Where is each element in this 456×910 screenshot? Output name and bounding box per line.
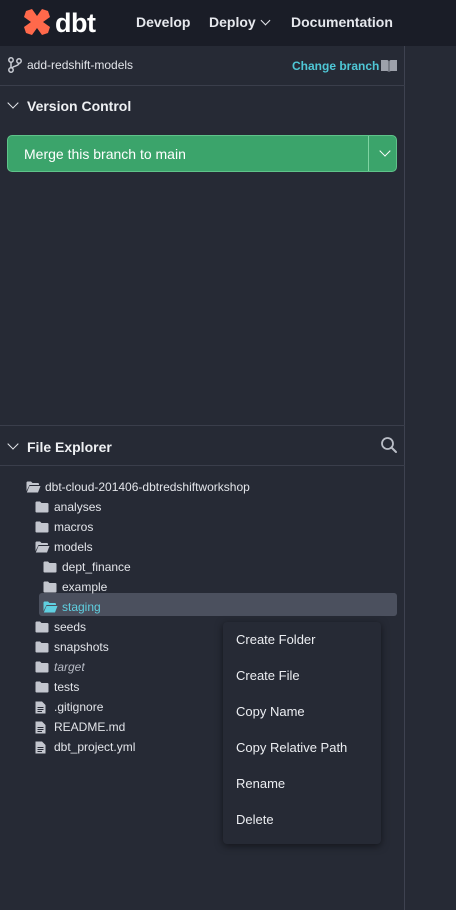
- tree-item-label: README.md: [54, 720, 126, 734]
- menu-item-copy-name[interactable]: Copy Name: [236, 704, 305, 719]
- nav-documentation-label: Documentation: [291, 14, 393, 30]
- nav-deploy[interactable]: Deploy: [209, 14, 271, 30]
- dbt-logo[interactable]: dbt: [22, 7, 102, 39]
- file-icon: [35, 701, 46, 717]
- folder-icon: [35, 661, 49, 676]
- folder-icon: [43, 561, 57, 576]
- tree-item-label: example: [62, 580, 108, 594]
- change-branch-link[interactable]: Change branch: [292, 59, 379, 73]
- version-control-title: Version Control: [27, 98, 132, 114]
- folder-icon: [43, 581, 57, 596]
- chevron-down-icon[interactable]: [379, 145, 391, 157]
- book-icon[interactable]: [380, 59, 398, 73]
- folder-open-icon: [43, 601, 58, 616]
- branch-name: add-redshift-models: [27, 58, 134, 72]
- folder-icon: [35, 681, 49, 696]
- top-navigation-bar: dbt Develop Deploy Documentation: [0, 0, 456, 46]
- button-divider: [368, 136, 369, 171]
- tree-item-label: macros: [54, 520, 94, 534]
- file-icon: [35, 741, 46, 757]
- dbt-logo-icon: [24, 9, 50, 35]
- search-icon[interactable]: [380, 436, 398, 454]
- tree-item-label: dept_finance: [62, 560, 131, 574]
- tree-item-label: dbt_project.yml: [54, 740, 136, 754]
- file-explorer-header[interactable]: File Explorer: [0, 425, 405, 466]
- folder-open-icon: [26, 481, 41, 496]
- folder-icon: [35, 621, 49, 636]
- tree-item-label: analyses: [54, 500, 102, 514]
- tree-item-label: models: [54, 540, 93, 554]
- nav-develop[interactable]: Develop: [136, 14, 190, 30]
- tree-item-label: .gitignore: [54, 700, 104, 714]
- menu-item-delete[interactable]: Delete: [236, 812, 274, 827]
- chevron-down-icon: [260, 15, 271, 26]
- tree-item-label: snapshots: [54, 640, 109, 654]
- folder-open-icon: [35, 541, 50, 556]
- context-menu: Create Folder Create File Copy Name Copy…: [223, 622, 381, 844]
- file-icon: [35, 721, 46, 737]
- tree-item-label: dbt-cloud-201406-dbtredshiftworkshop: [45, 480, 250, 494]
- merge-button-label: Merge this branch to main: [24, 146, 186, 162]
- menu-item-create-file[interactable]: Create File: [236, 668, 300, 683]
- ide-sidebar: add-redshift-models Change branch Versio…: [0, 46, 405, 910]
- merge-branch-button[interactable]: Merge this branch to main: [7, 135, 397, 172]
- folder-icon: [35, 521, 49, 536]
- menu-item-copy-relative-path[interactable]: Copy Relative Path: [236, 740, 347, 755]
- tree-item-label: target: [54, 660, 85, 674]
- file-explorer-title: File Explorer: [27, 439, 112, 455]
- editor-area: [406, 46, 456, 910]
- version-control-header[interactable]: Version Control: [0, 87, 405, 125]
- tree-item-label: seeds: [54, 620, 87, 634]
- collapse-caret-icon: [7, 97, 19, 109]
- nav-develop-label: Develop: [136, 14, 191, 30]
- menu-item-rename[interactable]: Rename: [236, 776, 285, 791]
- collapse-caret-icon: [7, 438, 19, 450]
- branch-row: add-redshift-models Change branch: [0, 46, 405, 86]
- tree-item-label: tests: [54, 680, 80, 694]
- branch-icon: [8, 57, 22, 73]
- tree-item-label: staging: [62, 600, 101, 614]
- folder-icon: [35, 641, 49, 656]
- nav-deploy-label: Deploy: [209, 14, 256, 30]
- logo-text: dbt: [55, 8, 96, 38]
- folder-icon: [35, 501, 49, 516]
- menu-item-create-folder[interactable]: Create Folder: [236, 632, 315, 647]
- nav-documentation[interactable]: Documentation: [291, 14, 393, 30]
